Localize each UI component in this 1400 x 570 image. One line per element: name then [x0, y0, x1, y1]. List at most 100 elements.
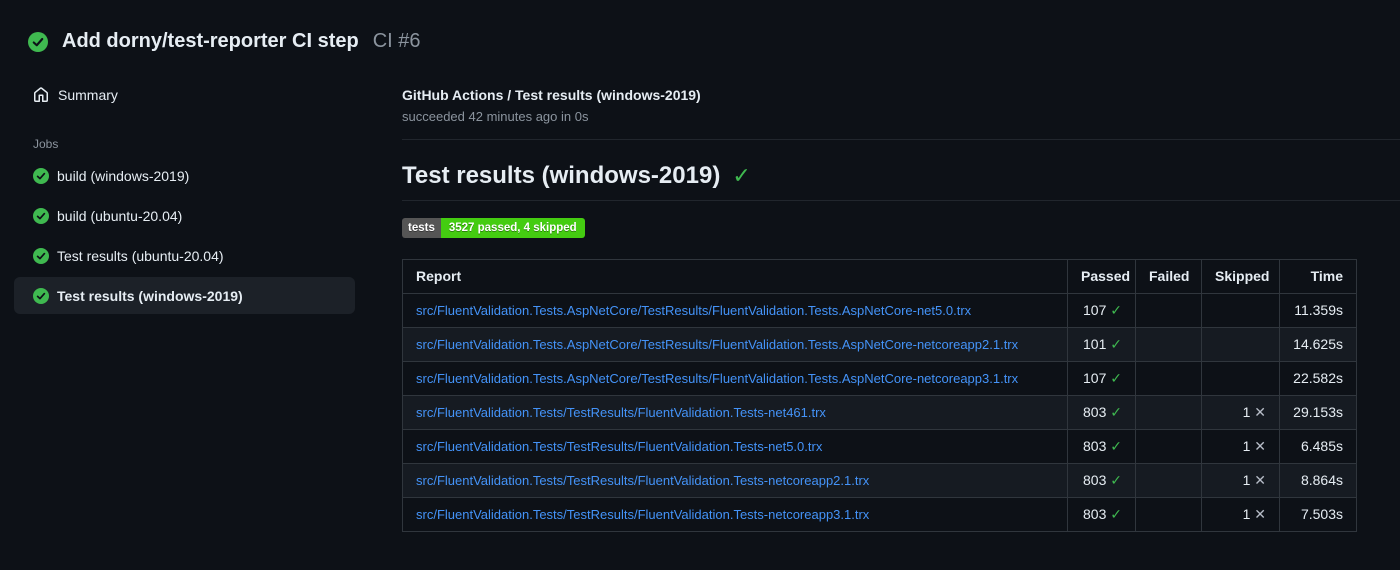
sidebar-item-job[interactable]: Test results (windows-2019): [14, 277, 355, 314]
column-header-passed: Passed: [1067, 259, 1136, 294]
column-header-report: Report: [402, 259, 1068, 294]
report-link[interactable]: src/FluentValidation.Tests/TestResults/F…: [416, 405, 826, 420]
section-title: Test results (windows-2019): [402, 162, 721, 189]
failed-cell: [1135, 395, 1202, 430]
report-link[interactable]: src/FluentValidation.Tests/TestResults/F…: [416, 473, 869, 488]
skipped-cell: 1 ✕: [1201, 463, 1280, 498]
table-row: src/FluentValidation.Tests.AspNetCore/Te…: [402, 361, 1357, 396]
tests-badge-value: 3527 passed, 4 skipped: [440, 218, 585, 238]
column-header-time: Time: [1279, 259, 1357, 294]
run-success-check-circle-icon: [28, 31, 48, 52]
skipped-cell: 1 ✕: [1201, 429, 1280, 464]
job-label: Test results (ubuntu-20.04): [57, 247, 224, 264]
check-circle-icon: [33, 167, 49, 184]
skip-cross-icon: ✕: [1254, 506, 1266, 522]
check-run-title: GitHub Actions / Test results (windows-2…: [402, 87, 701, 103]
column-header-skipped: Skipped: [1201, 259, 1280, 294]
failed-cell: [1135, 293, 1202, 328]
results-table: Report Passed Failed Skipped Time src/Fl…: [402, 259, 1357, 532]
summary-label: Summary: [58, 87, 118, 103]
job-label: build (ubuntu-20.04): [57, 207, 183, 224]
failed-cell: [1135, 327, 1202, 362]
skipped-cell: 1 ✕: [1201, 497, 1280, 532]
table-row: src/FluentValidation.Tests/TestResults/F…: [402, 429, 1357, 464]
skip-cross-icon: ✕: [1254, 438, 1266, 454]
pass-check-icon: ✓: [1110, 438, 1122, 454]
report-cell: src/FluentValidation.Tests/TestResults/F…: [402, 429, 1068, 464]
home-icon: [34, 87, 48, 102]
run-number: CI #6: [372, 30, 421, 52]
passed-cell: 803 ✓: [1067, 463, 1136, 498]
sidebar: Summary Jobs build (windows-2019) build (…: [14, 77, 355, 314]
time-cell: 11.359s: [1279, 293, 1357, 328]
pass-check-icon: ✓: [1110, 506, 1122, 522]
failed-cell: [1135, 497, 1202, 532]
skipped-cell: [1201, 293, 1280, 328]
skipped-cell: [1201, 327, 1280, 362]
time-cell: 14.625s: [1279, 327, 1357, 362]
section-head: Test results (windows-2019) ✓: [402, 161, 1400, 191]
report-cell: src/FluentValidation.Tests/TestResults/F…: [402, 395, 1068, 430]
report-link[interactable]: src/FluentValidation.Tests/TestResults/F…: [416, 507, 869, 522]
passed-cell: 107 ✓: [1067, 293, 1136, 328]
skipped-cell: [1201, 361, 1280, 396]
time-cell: 22.582s: [1279, 361, 1357, 396]
pass-check-icon: ✓: [1110, 404, 1122, 420]
sidebar-item-job[interactable]: Test results (ubuntu-20.04): [14, 237, 355, 274]
table-row: src/FluentValidation.Tests/TestResults/F…: [402, 463, 1357, 498]
time-cell: 29.153s: [1279, 395, 1357, 430]
results-table-body: src/FluentValidation.Tests.AspNetCore/Te…: [402, 293, 1357, 532]
passed-cell: 803 ✓: [1067, 497, 1136, 532]
table-row: src/FluentValidation.Tests/TestResults/F…: [402, 395, 1357, 430]
content: Summary Jobs build (windows-2019) build (…: [0, 77, 1400, 532]
job-label: Test results (windows-2019): [57, 287, 243, 304]
failed-cell: [1135, 429, 1202, 464]
skip-cross-icon: ✕: [1254, 404, 1266, 420]
report-link[interactable]: src/FluentValidation.Tests.AspNetCore/Te…: [416, 371, 1018, 386]
passed-cell: 803 ✓: [1067, 395, 1136, 430]
pass-check-icon: ✓: [1110, 336, 1122, 352]
failed-cell: [1135, 463, 1202, 498]
time-cell: 7.503s: [1279, 497, 1357, 532]
report-cell: src/FluentValidation.Tests.AspNetCore/Te…: [402, 327, 1068, 362]
divider: [402, 139, 1400, 140]
column-header-failed: Failed: [1135, 259, 1202, 294]
jobs-list: build (windows-2019) build (ubuntu-20.04)…: [14, 157, 355, 314]
tests-badge-label: tests: [402, 218, 441, 238]
pass-check-icon: ✓: [1110, 370, 1122, 386]
divider: [402, 200, 1400, 201]
report-cell: src/FluentValidation.Tests/TestResults/F…: [402, 463, 1068, 498]
check-circle-icon: [33, 287, 49, 304]
main-panel: GitHub Actions / Test results (windows-2…: [355, 77, 1400, 532]
failed-cell: [1135, 361, 1202, 396]
report-cell: src/FluentValidation.Tests.AspNetCore/Te…: [402, 293, 1068, 328]
check-circle-icon: [33, 247, 49, 264]
report-link[interactable]: src/FluentValidation.Tests.AspNetCore/Te…: [416, 337, 1018, 352]
check-run-status: succeeded 42 minutes ago in 0s: [402, 109, 589, 124]
job-label: build (windows-2019): [57, 167, 190, 184]
pass-check-icon: ✓: [1110, 302, 1122, 318]
skipped-cell: 1 ✕: [1201, 395, 1280, 430]
sidebar-item-job[interactable]: build (windows-2019): [14, 157, 355, 194]
time-cell: 8.864s: [1279, 463, 1357, 498]
sidebar-item-summary[interactable]: Summary: [14, 77, 355, 113]
sidebar-item-job[interactable]: build (ubuntu-20.04): [14, 197, 355, 234]
passed-cell: 101 ✓: [1067, 327, 1136, 362]
run-header: Add dorny/test-reporter CI step CI #6: [0, 0, 1400, 53]
report-link[interactable]: src/FluentValidation.Tests.AspNetCore/Te…: [416, 303, 971, 318]
table-row: src/FluentValidation.Tests/TestResults/F…: [402, 497, 1357, 532]
report-cell: src/FluentValidation.Tests.AspNetCore/Te…: [402, 361, 1068, 396]
passed-cell: 107 ✓: [1067, 361, 1136, 396]
table-header-row: Report Passed Failed Skipped Time: [402, 259, 1357, 294]
check-circle-icon: [33, 207, 49, 224]
jobs-section-label: Jobs: [33, 137, 59, 151]
tests-badge: tests 3527 passed, 4 skipped: [402, 218, 585, 238]
run-title: Add dorny/test-reporter CI step: [62, 30, 359, 52]
table-row: src/FluentValidation.Tests.AspNetCore/Te…: [402, 327, 1357, 362]
report-link[interactable]: src/FluentValidation.Tests/TestResults/F…: [416, 439, 822, 454]
table-row: src/FluentValidation.Tests.AspNetCore/Te…: [402, 293, 1357, 328]
pass-check-icon: ✓: [1110, 472, 1122, 488]
passed-cell: 803 ✓: [1067, 429, 1136, 464]
time-cell: 6.485s: [1279, 429, 1357, 464]
report-cell: src/FluentValidation.Tests/TestResults/F…: [402, 497, 1068, 532]
